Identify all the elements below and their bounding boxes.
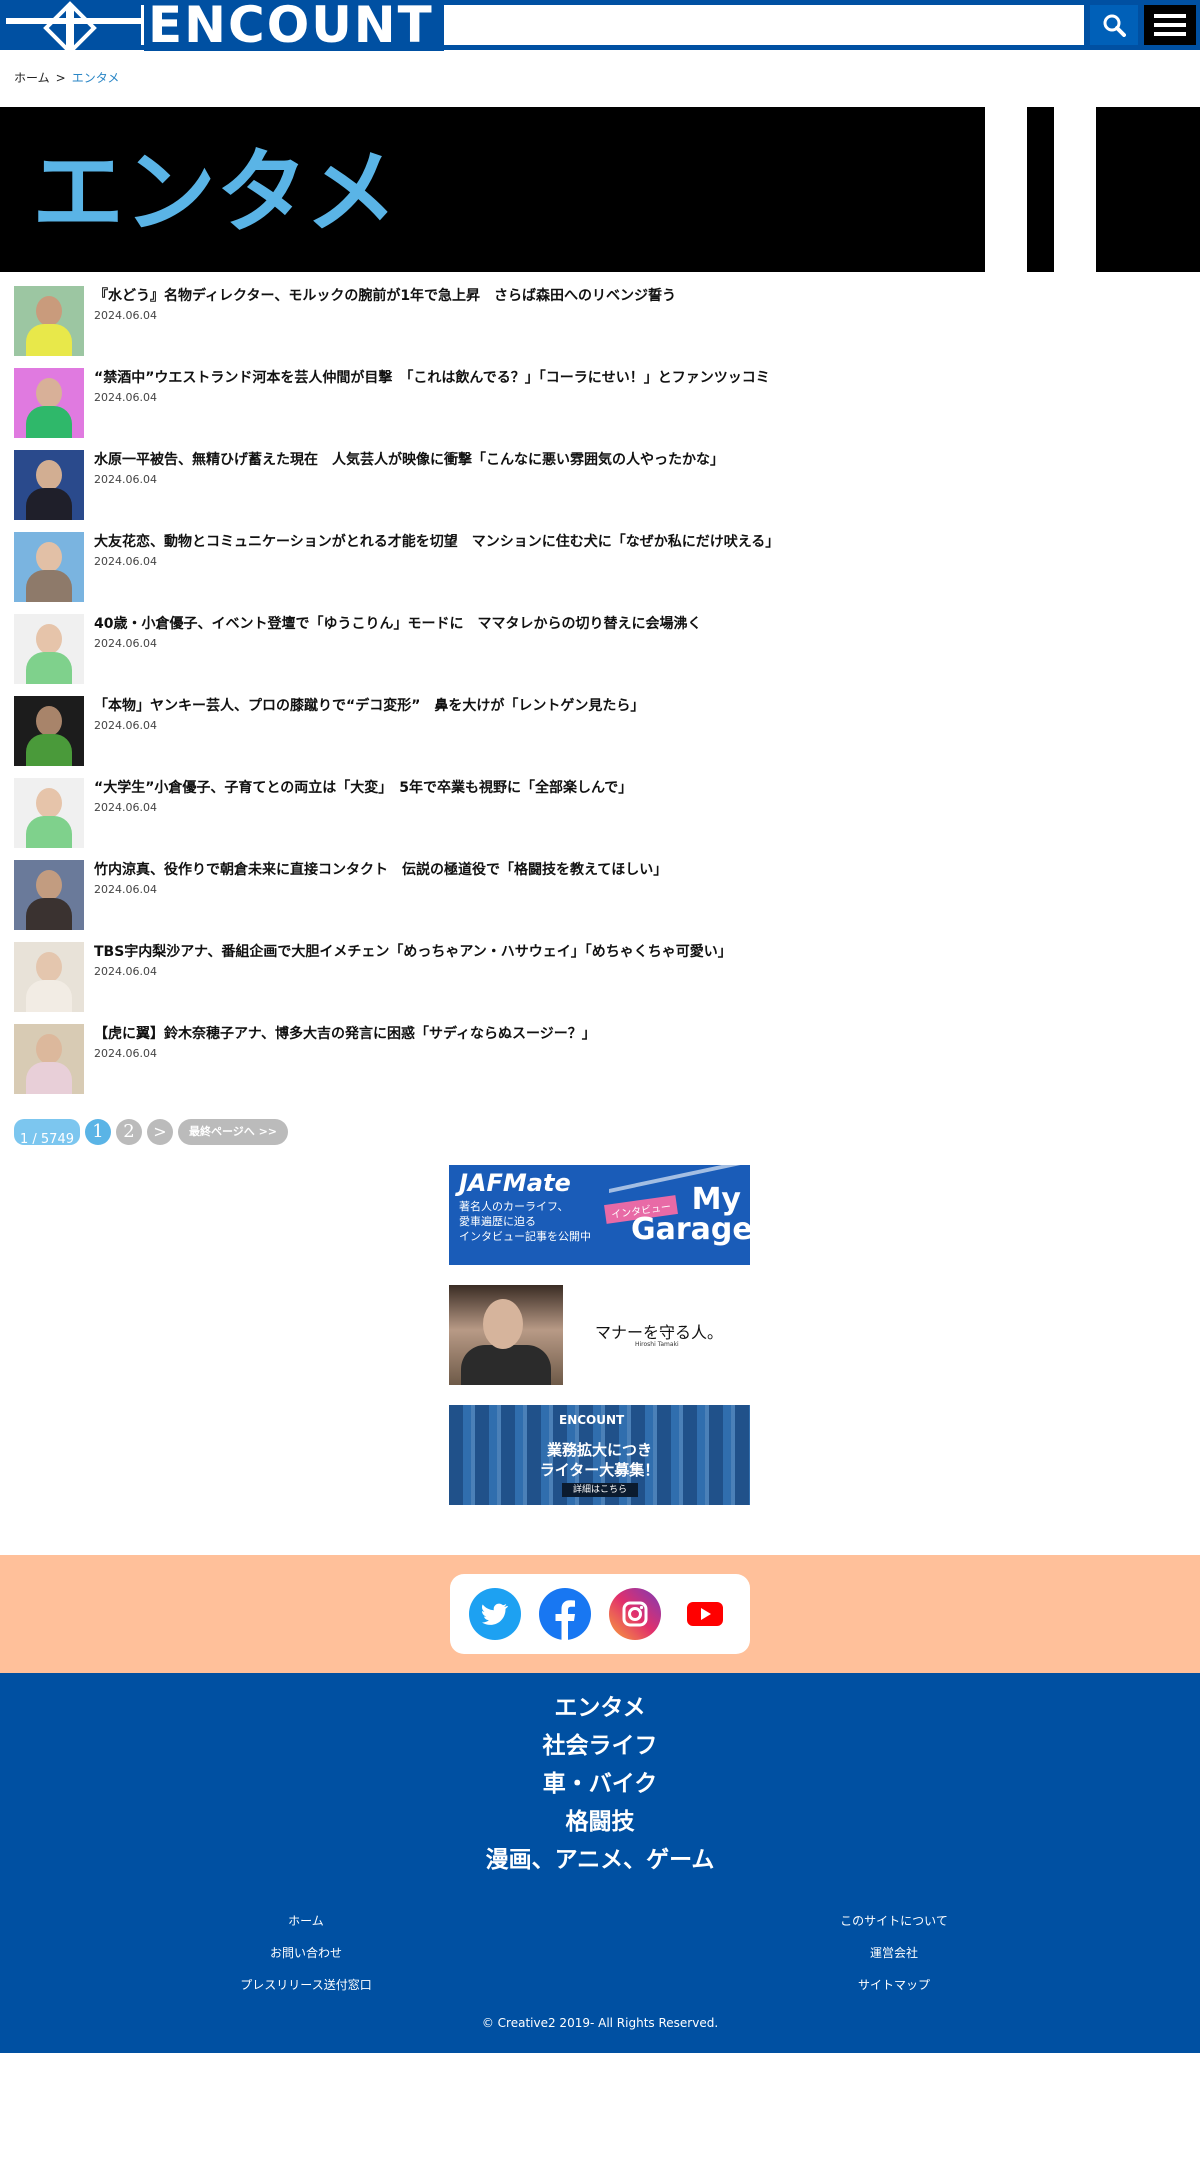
article-date: 2024.06.04 — [94, 883, 157, 896]
ad-photo — [449, 1285, 563, 1385]
footer-link-contact[interactable]: お問い合わせ — [156, 1937, 456, 1969]
instagram-icon[interactable] — [609, 1588, 661, 1640]
search-icon — [1103, 14, 1126, 37]
ad-logo: ENCOUNT — [559, 1413, 625, 1427]
article-date: 2024.06.04 — [94, 965, 157, 978]
article-item[interactable]: “大学生”小倉優子、子育てとの両立は「大変」 5年で卒業も視野に「全部楽しんで」… — [14, 778, 1184, 860]
ad-text: 著名人のカーライフ、 愛車遍歴に迫る インタビュー記事を公開中 — [459, 1200, 591, 1243]
banner-stripe — [985, 107, 1027, 272]
page-1-button[interactable]: 1 — [85, 1119, 111, 1145]
article-thumbnail[interactable] — [14, 1024, 84, 1094]
social-band — [0, 1555, 1200, 1673]
ad-subtext: Hiroshi Tamaki — [635, 1341, 679, 1348]
article-title[interactable]: 大友花恋、動物とコミュニケーションがとれる才能を切望 マンションに住む犬に「なぜ… — [94, 533, 779, 551]
footer-category-link[interactable]: 車・バイク — [0, 1765, 1200, 1803]
article-item[interactable]: TBS宇内梨沙アナ、番組企画で大胆イメチェン「めっちゃアン・ハサウェイ」「めちゃ… — [14, 942, 1184, 1024]
footer-link-home[interactable]: ホーム — [156, 1905, 456, 1937]
article-title[interactable]: 【虎に翼】鈴木奈穂子アナ、博多大吉の発言に困惑「サディならぬスージー？」 — [94, 1025, 596, 1043]
article-item[interactable]: 大友花恋、動物とコミュニケーションがとれる才能を切望 マンションに住む犬に「なぜ… — [14, 532, 1184, 614]
article-item[interactable]: 40歳・小倉優子、イベント登壇で「ゆうこりん」モードに ママタレからの切り替えに… — [14, 614, 1184, 696]
article-thumbnail[interactable] — [14, 286, 84, 356]
article-title[interactable]: 40歳・小倉優子、イベント登壇で「ゆうこりん」モードに ママタレからの切り替えに… — [94, 615, 701, 633]
twitter-icon[interactable] — [469, 1588, 521, 1640]
article-date: 2024.06.04 — [94, 555, 157, 568]
youtube-icon[interactable] — [679, 1588, 731, 1640]
article-list: 『水どう』名物ディレクター、モルックの腕前が1年で急上昇 さらば森田へのリベンジ… — [14, 286, 1184, 1106]
article-item[interactable]: 【虎に翼】鈴木奈穂子アナ、博多大吉の発言に困惑「サディならぬスージー？」 202… — [14, 1024, 1184, 1106]
footer-link-press[interactable]: プレスリリース送付窓口 — [156, 1969, 456, 2001]
category-banner: エンタメ — [0, 107, 1200, 272]
next-page-button[interactable]: > — [147, 1119, 173, 1145]
article-thumbnail[interactable] — [14, 696, 84, 766]
article-thumbnail[interactable] — [14, 532, 84, 602]
last-page-button[interactable]: 最終ページへ >> — [178, 1119, 288, 1145]
header-search-bar[interactable]: ENCOUNT — [6, 0, 1084, 63]
article-item[interactable]: 「本物」ヤンキー芸人、プロの膝蹴りで“デコ変形” 鼻を大けが「レントゲン見たら」… — [14, 696, 1184, 778]
ad-garage-title: My Garage — [631, 1182, 750, 1247]
footer-link-company[interactable]: 運営会社 — [744, 1937, 1044, 1969]
copyright: © Creative2 2019- All Rights Reserved. — [481, 2016, 719, 2030]
page-2-button[interactable]: 2 — [116, 1119, 142, 1145]
menu-button[interactable] — [1144, 5, 1196, 45]
breadcrumb-separator: > — [55, 71, 66, 85]
footer-category-link[interactable]: 格闘技 — [0, 1803, 1200, 1841]
page-title: エンタメ — [32, 139, 398, 246]
footer-link-sitemap[interactable]: サイトマップ — [744, 1969, 1044, 2001]
footer-links-left: ホーム お問い合わせ プレスリリース送付窓口 — [156, 1905, 456, 2001]
article-date: 2024.06.04 — [94, 309, 157, 322]
article-thumbnail[interactable] — [14, 942, 84, 1012]
footer-category-link[interactable]: 社会ライフ — [0, 1727, 1200, 1765]
logo-emblem-icon[interactable] — [6, 1, 141, 63]
footer-categories: エンタメ 社会ライフ 車・バイク 格闘技 漫画、アニメ、ゲーム — [0, 1689, 1200, 1879]
article-date: 2024.06.04 — [94, 1047, 157, 1060]
manner-ad-banner[interactable]: マナーを守る人。 Hiroshi Tamaki — [449, 1285, 750, 1385]
ad-brand: JAFMate — [459, 1169, 571, 1197]
facebook-icon[interactable] — [539, 1588, 591, 1640]
article-title[interactable]: “大学生”小倉優子、子育てとの両立は「大変」 5年で卒業も視野に「全部楽しんで」 — [94, 779, 632, 797]
article-thumbnail[interactable] — [14, 614, 84, 684]
article-title[interactable]: 水原一平被告、無精ひげ蓄えた現在 人気芸人が映像に衝撃「こんなに悪い雰囲気の人や… — [94, 451, 724, 469]
site-header: ENCOUNT — [0, 0, 1200, 63]
footer-category-link[interactable]: 漫画、アニメ、ゲーム — [0, 1841, 1200, 1879]
article-item[interactable]: 水原一平被告、無精ひげ蓄えた現在 人気芸人が映像に衝撃「こんなに悪い雰囲気の人や… — [14, 450, 1184, 532]
site-footer: エンタメ 社会ライフ 車・バイク 格闘技 漫画、アニメ、ゲーム ホーム お問い合… — [0, 1673, 1200, 2053]
footer-links-right: このサイトについて 運営会社 サイトマップ — [744, 1905, 1044, 2001]
ad-headline: マナーを守る人。 — [595, 1323, 724, 1342]
footer-category-link[interactable]: エンタメ — [0, 1689, 1200, 1727]
article-item[interactable]: 『水どう』名物ディレクター、モルックの腕前が1年で急上昇 さらば森田へのリベンジ… — [14, 286, 1184, 368]
jaf-mate-ad-banner[interactable]: JAFMate 著名人のカーライフ、 愛車遍歴に迫る インタビュー記事を公開中 … — [449, 1165, 750, 1265]
article-date: 2024.06.04 — [94, 473, 157, 486]
article-date: 2024.06.04 — [94, 637, 157, 650]
breadcrumb-home-link[interactable]: ホーム — [14, 70, 50, 86]
ad-headline-2: ライター大募集！ — [539, 1461, 660, 1479]
article-thumbnail[interactable] — [14, 368, 84, 438]
article-date: 2024.06.04 — [94, 719, 157, 732]
ad-headline: 業務拡大につき — [546, 1441, 652, 1459]
page-count: 1 / 5749 — [14, 1119, 80, 1145]
article-title[interactable]: 「本物」ヤンキー芸人、プロの膝蹴りで“デコ変形” 鼻を大けが「レントゲン見たら」 — [94, 697, 644, 715]
article-date: 2024.06.04 — [94, 801, 157, 814]
banner-stripe — [1054, 107, 1096, 272]
hamburger-menu-icon — [1154, 14, 1186, 18]
breadcrumb: ホーム > エンタメ — [14, 70, 119, 86]
article-thumbnail[interactable] — [14, 778, 84, 848]
ad-details-button[interactable]: 詳細はこちら — [562, 1483, 638, 1497]
article-title[interactable]: 竹内涼真、役作りで朝倉未来に直接コンタクト 伝説の極道役で「格闘技を教えてほしい… — [94, 861, 667, 879]
article-title[interactable]: “禁酒中”ウエストランド河本を芸人仲間が目撃 「これは飲んでる？」「コーラにせい… — [94, 369, 770, 387]
footer-link-about[interactable]: このサイトについて — [744, 1905, 1044, 1937]
article-title[interactable]: 『水どう』名物ディレクター、モルックの腕前が1年で急上昇 さらば森田へのリベンジ… — [94, 287, 676, 305]
article-title[interactable]: TBS宇内梨沙アナ、番組企画で大胆イメチェン「めっちゃアン・ハサウェイ」「めちゃ… — [94, 943, 732, 961]
article-thumbnail[interactable] — [14, 450, 84, 520]
site-logo[interactable]: ENCOUNT — [144, 0, 444, 51]
writer-recruit-ad-banner[interactable]: ENCOUNT 業務拡大につき ライター大募集！ 詳細はこちら — [449, 1405, 750, 1505]
social-links — [450, 1574, 750, 1654]
article-thumbnail[interactable] — [14, 860, 84, 930]
article-date: 2024.06.04 — [94, 391, 157, 404]
search-button[interactable] — [1090, 5, 1138, 45]
breadcrumb-current[interactable]: エンタメ — [72, 70, 120, 86]
article-item[interactable]: “禁酒中”ウエストランド河本を芸人仲間が目撃 「これは飲んでる？」「コーラにせい… — [14, 368, 1184, 450]
article-item[interactable]: 竹内涼真、役作りで朝倉未来に直接コンタクト 伝説の極道役で「格闘技を教えてほしい… — [14, 860, 1184, 942]
